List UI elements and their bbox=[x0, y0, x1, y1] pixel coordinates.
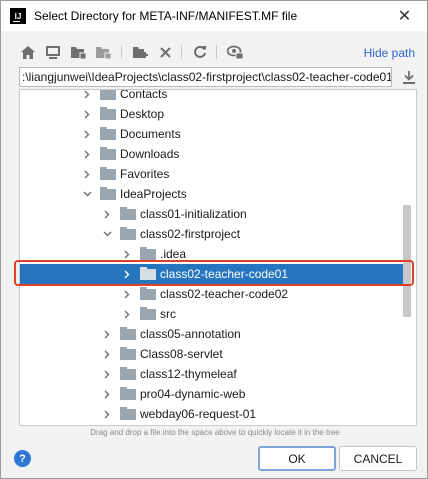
chevron-right-icon[interactable] bbox=[82, 129, 92, 139]
project-folder-icon[interactable] bbox=[69, 43, 87, 61]
chevron-right-icon[interactable] bbox=[82, 90, 92, 99]
tree-scrollbar[interactable] bbox=[403, 205, 411, 317]
select-directory-dialog: IJ Select Directory for META-INF/MANIFES… bbox=[0, 0, 428, 479]
tree-row[interactable]: Favorites bbox=[20, 164, 406, 184]
title-bar: IJ Select Directory for META-INF/MANIFES… bbox=[1, 1, 427, 31]
chevron-down-icon[interactable] bbox=[82, 189, 92, 199]
tree-row[interactable]: class02-teacher-code02 bbox=[20, 284, 406, 304]
tree-row[interactable]: src bbox=[20, 304, 406, 324]
tree-row[interactable]: Contacts bbox=[20, 89, 406, 104]
dialog-title: Select Directory for META-INF/MANIFEST.M… bbox=[34, 9, 298, 23]
tree-row[interactable]: webday06-request-01 bbox=[20, 404, 406, 424]
desktop-icon[interactable] bbox=[44, 43, 62, 61]
close-button[interactable]: ✕ bbox=[382, 1, 427, 31]
chevron-right-icon[interactable] bbox=[102, 349, 112, 359]
tree-row-label: class02-teacher-code01 bbox=[160, 267, 289, 281]
folder-icon bbox=[140, 287, 156, 301]
chevron-right-icon[interactable] bbox=[102, 409, 112, 419]
delete-icon[interactable] bbox=[156, 43, 174, 61]
tree-row-label: class02-firstproject bbox=[140, 227, 241, 241]
folder-icon bbox=[100, 107, 116, 121]
folder-icon bbox=[140, 307, 156, 321]
path-input[interactable] bbox=[19, 67, 392, 87]
cancel-button[interactable]: CANCEL bbox=[339, 446, 417, 471]
tree-row-label: class01-initialization bbox=[140, 207, 247, 221]
tree-row-label: Desktop bbox=[120, 107, 165, 121]
folder-icon bbox=[100, 187, 116, 201]
tree-row-label: Class08-servlet bbox=[140, 347, 223, 361]
tree-row-label: Favorites bbox=[120, 167, 170, 181]
download-icon[interactable] bbox=[401, 69, 417, 85]
chevron-right-icon[interactable] bbox=[102, 369, 112, 379]
tree-rows: Contacts Desktop Documents Downloads Favorit… bbox=[20, 89, 406, 424]
tree-row-label: Downloads bbox=[120, 147, 180, 161]
folder-icon bbox=[120, 367, 136, 381]
tree-row[interactable]: class02-firstproject bbox=[20, 224, 406, 244]
tree-row-label: webday06-request-01 bbox=[140, 407, 257, 421]
close-icon: ✕ bbox=[397, 8, 412, 25]
tree-row[interactable]: Desktop bbox=[20, 104, 406, 124]
path-row bbox=[19, 67, 419, 89]
tree-row[interactable]: .idea bbox=[20, 244, 406, 264]
toolbar: Hide path bbox=[1, 39, 427, 65]
chevron-right-icon[interactable] bbox=[102, 329, 112, 339]
app-icon-text: IJ bbox=[14, 11, 22, 21]
folder-icon bbox=[140, 247, 156, 261]
new-folder-icon[interactable] bbox=[131, 43, 149, 61]
tree-row-label: Contacts bbox=[120, 89, 168, 101]
folder-icon bbox=[120, 387, 136, 401]
tree-row[interactable]: Downloads bbox=[20, 144, 406, 164]
help-button[interactable]: ? bbox=[14, 450, 31, 467]
refresh-icon[interactable] bbox=[191, 43, 209, 61]
chevron-right-icon[interactable] bbox=[82, 169, 92, 179]
folder-icon bbox=[120, 407, 136, 421]
tree-row-label: IdeaProjects bbox=[120, 187, 187, 201]
toolbar-separator bbox=[216, 45, 217, 59]
chevron-right-icon[interactable] bbox=[122, 289, 132, 299]
tree-row-label: class12-thymeleaf bbox=[140, 367, 237, 381]
tree-row-label: .idea bbox=[160, 247, 187, 261]
folder-icon bbox=[100, 90, 116, 101]
home-icon[interactable] bbox=[19, 43, 37, 61]
tree-row[interactable]: class05-annotation bbox=[20, 324, 406, 344]
tree-row[interactable]: Documents bbox=[20, 124, 406, 144]
tree-row[interactable]: class01-initialization bbox=[20, 204, 406, 224]
chevron-right-icon[interactable] bbox=[122, 309, 132, 319]
tree-row[interactable]: pro04-dynamic-web bbox=[20, 384, 406, 404]
toolbar-separator bbox=[121, 45, 122, 59]
intellij-app-icon: IJ bbox=[10, 8, 26, 24]
folder-icon bbox=[100, 167, 116, 181]
tree-row-label: Documents bbox=[120, 127, 181, 141]
tree-row-label: src bbox=[160, 307, 176, 321]
module-folder-icon[interactable] bbox=[94, 43, 112, 61]
help-icon: ? bbox=[19, 452, 26, 465]
folder-icon bbox=[140, 267, 156, 281]
chevron-right-icon[interactable] bbox=[82, 109, 92, 119]
chevron-right-icon[interactable] bbox=[102, 389, 112, 399]
tree-row-label: class02-teacher-code02 bbox=[160, 287, 289, 301]
ok-button[interactable]: OK bbox=[258, 446, 336, 471]
folder-icon bbox=[120, 207, 136, 221]
tree-row[interactable]: IdeaProjects bbox=[20, 184, 406, 204]
folder-icon bbox=[120, 227, 136, 241]
tree-row[interactable]: class12-thymeleaf bbox=[20, 364, 406, 384]
toolbar-separator bbox=[181, 45, 182, 59]
chevron-right-icon[interactable] bbox=[102, 209, 112, 219]
chevron-right-icon[interactable] bbox=[122, 269, 132, 279]
folder-icon bbox=[100, 127, 116, 141]
tree-row-label: class05-annotation bbox=[140, 327, 241, 341]
directory-tree[interactable]: Contacts Desktop Documents Downloads Favorit… bbox=[19, 89, 417, 426]
show-hidden-icon[interactable] bbox=[226, 43, 244, 61]
chevron-right-icon[interactable] bbox=[82, 149, 92, 159]
folder-icon bbox=[120, 327, 136, 341]
tree-row[interactable]: class02-teacher-code01 bbox=[20, 264, 406, 284]
folder-icon bbox=[100, 147, 116, 161]
tree-row[interactable]: Class08-servlet bbox=[20, 344, 406, 364]
tree-row-label: pro04-dynamic-web bbox=[140, 387, 246, 401]
chevron-down-icon[interactable] bbox=[102, 229, 112, 239]
folder-icon bbox=[120, 347, 136, 361]
chevron-right-icon[interactable] bbox=[122, 249, 132, 259]
drag-drop-hint: Drag and drop a file into the space abov… bbox=[90, 428, 340, 437]
hide-path-link[interactable]: Hide path bbox=[364, 46, 415, 60]
